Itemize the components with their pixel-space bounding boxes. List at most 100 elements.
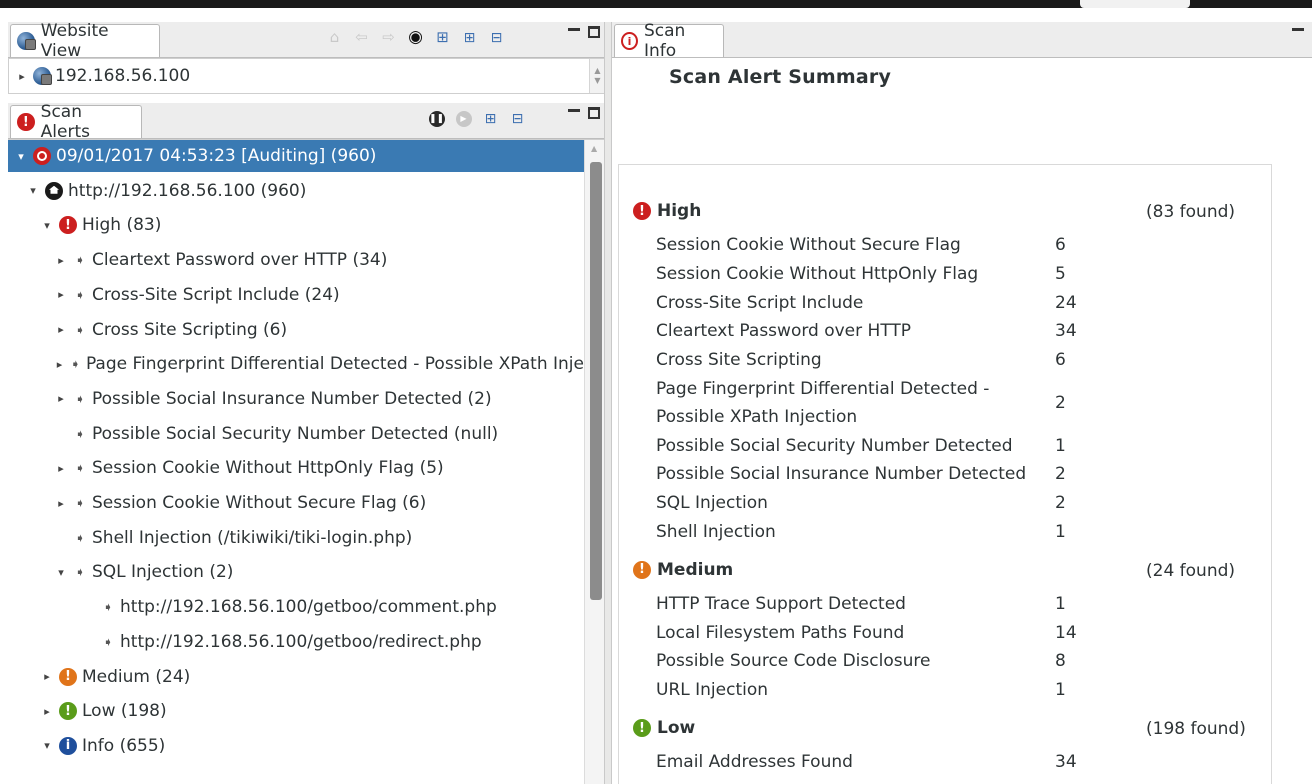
expanded-twisty-icon[interactable]: ▾ (54, 566, 68, 579)
expand-all-icon[interactable]: ⊞ (482, 110, 499, 127)
collapse-all-icon[interactable]: ⊟ (488, 29, 505, 46)
alert-name: Cross Site Scripting (656, 350, 822, 371)
minimize-icon[interactable] (568, 109, 580, 121)
tree-row[interactable]: ▸ ➧ Page Fingerprint Differential Detected… (8, 348, 584, 380)
tree-row[interactable]: ➧ http://192.168.56.100/getboo/redirect.p… (8, 626, 584, 658)
pause-icon[interactable]: ❚❚ (428, 110, 445, 127)
tab-scan-alerts[interactable]: ! Scan Alerts (10, 102, 142, 142)
tree-row-label: Session Cookie Without Secure Flag (6) (92, 493, 427, 513)
expand-all-icon[interactable]: ⊞ (461, 29, 478, 46)
website-tree-root-row[interactable]: ▸ 192.168.56.100 ▲ ▼ (8, 58, 606, 94)
collapsed-twisty-icon[interactable]: ▸ (40, 670, 54, 683)
severity-found-count: (198 found) (1146, 719, 1246, 739)
high-severity-icon: ! (59, 216, 77, 235)
tab-scan-info[interactable]: i Scan Info (614, 21, 724, 61)
alert-arrow-icon: ➧ (74, 253, 86, 268)
collapsed-twisty-icon[interactable]: ▸ (54, 254, 68, 267)
severity-heading: ! Medium (633, 560, 733, 580)
tree-row[interactable]: ▸! Low (198) (8, 695, 584, 727)
scan-alerts-header: ! Scan Alerts ❚❚ ▶ ⊞ ⊟ (8, 102, 606, 142)
collapsed-twisty-icon[interactable]: ▸ (54, 358, 65, 371)
tree-row[interactable]: ▾ ➧ SQL Injection (2) (8, 556, 584, 588)
website-view-window-controls (568, 26, 600, 40)
tree-row[interactable]: ▸ ➧ Cleartext Password over HTTP (34) (8, 244, 584, 276)
alert-name: Session Cookie Without Secure Flag (656, 235, 961, 255)
pane-splitter[interactable] (604, 22, 612, 784)
tree-row[interactable]: ▾! High (83) (8, 209, 584, 241)
alert-count: 8 (1055, 651, 1066, 672)
tree-row-label: http://192.168.56.100/getboo/comment.php (120, 597, 497, 618)
collapsed-twisty-icon[interactable]: ▸ (54, 392, 68, 405)
tree-row-label: SQL Injection (2) (92, 562, 234, 583)
severity-heading-label: Low (657, 718, 696, 738)
tree-scrollbar-thumb[interactable] (590, 162, 602, 600)
tree-row[interactable]: ➧ Shell Injection (/tikiwiki/tiki-login.p… (8, 522, 584, 554)
low-severity-icon: ! (633, 719, 651, 737)
info-severity-icon: i (59, 736, 77, 755)
tree-row-selected[interactable]: ▾ 09/01/2017 04:53:23 [Auditing] (960) (8, 140, 584, 172)
website-view-header: Website View ⌂ ⇦ ⇨ ◉ ⊞ ⊞ ⊟ (8, 21, 606, 61)
tree-row[interactable]: ▸ ➧ Session Cookie Without Secure Flag (6) (8, 487, 584, 519)
scan-alerts-window-controls (568, 107, 600, 121)
tree-row[interactable]: ➧ Possible Social Security Number Detecte… (8, 418, 584, 450)
maximize-icon[interactable] (588, 26, 600, 38)
tree-row[interactable]: ▸ ➧ Session Cookie Without HttpOnly Flag (… (8, 452, 584, 484)
tree-row[interactable]: ▸ ➧ Cross-Site Script Include (24) (8, 279, 584, 311)
collapsed-twisty-icon[interactable]: ▸ (54, 323, 68, 336)
collapsed-twisty-icon[interactable]: ▸ (54, 497, 68, 510)
play-icon[interactable]: ▶ (455, 110, 472, 127)
collapse-all-icon[interactable]: ⊟ (509, 110, 526, 127)
tree-row[interactable]: ▾ i Info (655) (8, 730, 584, 762)
left-pane: Website View ⌂ ⇦ ⇨ ◉ ⊞ ⊞ ⊟ ▸ 192.168.56.… (8, 21, 606, 784)
alert-name: Possible Social Security Number Detected (656, 435, 1013, 456)
alert-name: Shell Injection (656, 522, 776, 542)
sitemap-icon[interactable]: ⊞ (434, 29, 451, 46)
tree-row-label: Cross Site Scripting (6) (92, 319, 288, 340)
tab-website-view[interactable]: Website View (10, 21, 160, 61)
tree-row-label: Page Fingerprint Differential Detected -… (85, 354, 584, 375)
alert-name: Session Cookie Without HttpOnly Flag (656, 263, 979, 284)
tree-row-label: Cleartext Password over HTTP (34) (92, 250, 388, 271)
collapsed-twisty-icon[interactable]: ▸ (15, 70, 29, 83)
maximize-icon[interactable] (588, 107, 600, 119)
collapsed-twisty-icon[interactable]: ▸ (54, 462, 68, 475)
minimize-icon[interactable] (1292, 28, 1304, 40)
tree-row[interactable]: ➧ http://192.168.56.100/getboo/comment.ph… (8, 591, 584, 623)
tree-scrollbar[interactable]: ▲ (584, 140, 606, 784)
expanded-twisty-icon[interactable]: ▾ (40, 219, 54, 232)
alert-icon: ! (17, 113, 35, 131)
alert-count: 5 (1055, 263, 1066, 284)
alert-name: Cleartext Password over HTTP (656, 321, 912, 342)
collapsed-twisty-icon[interactable]: ▸ (54, 288, 68, 301)
forward-arrow-icon[interactable]: ⇨ (380, 29, 397, 46)
scan-alerts-tree: ▾ 09/01/2017 04:53:23 [Auditing] (960) ▾ ht… (8, 139, 606, 784)
tree-row[interactable]: ▸! Medium (24) (8, 661, 584, 693)
alert-count: 14 (1055, 622, 1077, 643)
expanded-twisty-icon[interactable]: ▾ (14, 150, 28, 163)
home-icon[interactable]: ⌂ (326, 29, 343, 46)
severity-found-count: (83 found) (1146, 202, 1236, 222)
eye-icon[interactable]: ◉ (407, 29, 424, 46)
website-view-scrollbar[interactable]: ▲ ▼ (589, 59, 605, 93)
alert-name: Local Filesystem Paths Found (656, 622, 905, 643)
expanded-twisty-icon[interactable]: ▾ (26, 184, 40, 197)
tree-row-label: Shell Injection (/tikiwiki/tiki-login.ph… (92, 527, 413, 548)
alert-arrow-icon: ➧ (102, 600, 114, 615)
tree-row-label: 09/01/2017 04:53:23 [Auditing] (960) (56, 146, 377, 166)
collapsed-twisty-icon[interactable]: ▸ (40, 705, 54, 718)
alert-name: Possible Social Insurance Number Detecte… (656, 464, 1027, 485)
back-arrow-icon[interactable]: ⇦ (353, 29, 370, 46)
tree-row[interactable]: ▸ ➧ Possible Social Insurance Number Detec… (8, 383, 584, 415)
alert-count: 6 (1055, 235, 1066, 255)
tree-row[interactable]: ▸ ➧ Cross Site Scripting (6) (8, 314, 584, 346)
tab-website-view-label: Website View (40, 21, 109, 61)
alert-count: 1 (1055, 680, 1066, 701)
alert-arrow-icon: ➧ (74, 496, 86, 510)
expanded-twisty-icon[interactable]: ▾ (40, 739, 54, 752)
minimize-icon[interactable] (568, 28, 580, 40)
alert-arrow-icon: ➧ (74, 565, 86, 580)
alert-arrow-icon: ➧ (74, 530, 86, 545)
tree-row-label: http://192.168.56.100 (960) (68, 180, 307, 201)
low-severity-icon: ! (59, 702, 77, 721)
tree-row[interactable]: ▾ http://192.168.56.100 (960) (8, 175, 584, 207)
